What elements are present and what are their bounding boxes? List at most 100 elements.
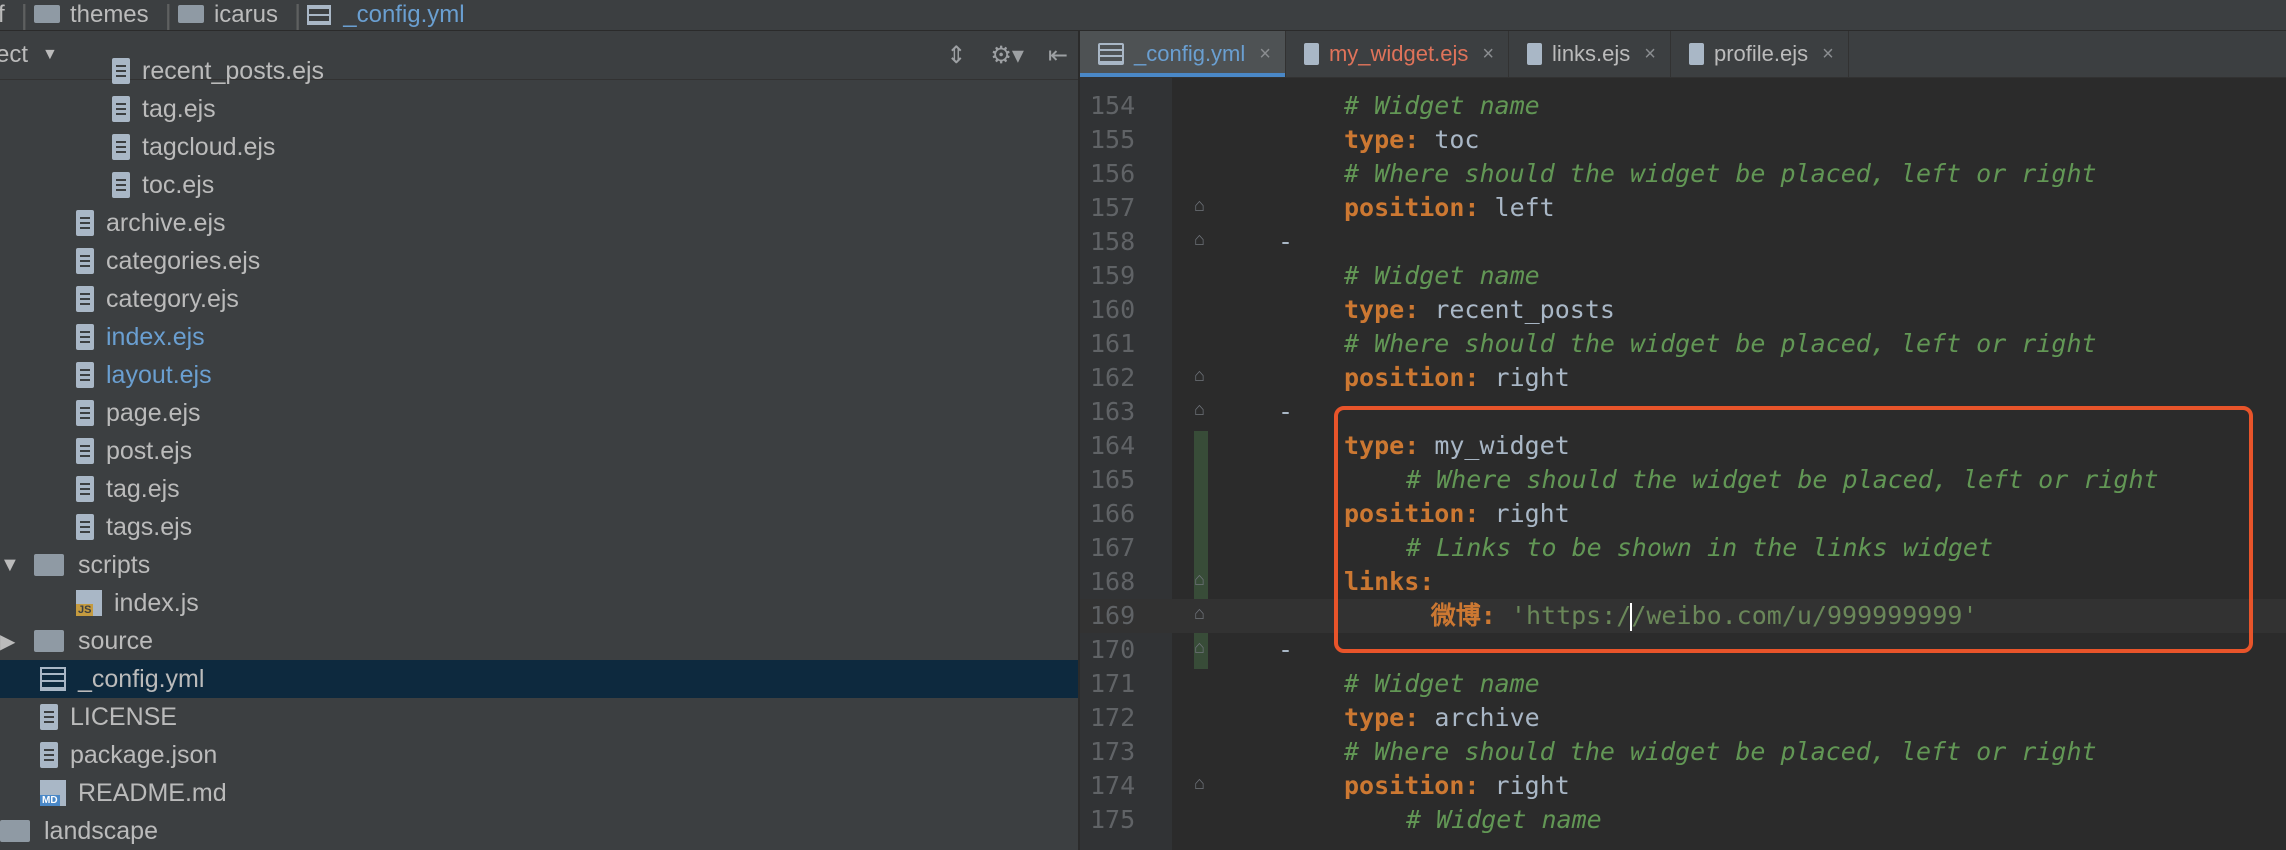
tree-item[interactable]: archive.ejs xyxy=(0,204,226,242)
close-icon[interactable]: × xyxy=(1644,43,1656,66)
breadcrumb-item[interactable]: | _config.yml xyxy=(286,0,473,30)
tree-item[interactable]: layout.ejs xyxy=(0,356,212,394)
code-line[interactable]: 154 # Widget name xyxy=(1080,89,2286,123)
breadcrumb: f | themes | icarus | _config.yml xyxy=(0,0,2286,31)
tree-item[interactable]: category.ejs xyxy=(0,280,239,318)
line-number: 154 xyxy=(1090,91,1136,120)
code-line[interactable]: 156 # Where should the widget be placed, … xyxy=(1080,157,2286,191)
folder-icon xyxy=(34,630,64,652)
tree-item[interactable]: index.ejs xyxy=(0,318,205,356)
code-line[interactable]: 161 # Where should the widget be placed, … xyxy=(1080,327,2286,361)
gear-icon[interactable]: ⚙▾ xyxy=(990,41,1024,70)
tree-item-content: tagcloud.ejs xyxy=(112,133,275,162)
tree-item[interactable]: post.ejs xyxy=(0,432,192,470)
code-token: right xyxy=(1479,771,1570,800)
close-icon[interactable]: × xyxy=(1482,43,1494,66)
fold-marker-icon[interactable]: ⌂ xyxy=(1194,195,1205,216)
collapse-arrow-icon[interactable]: ▶ xyxy=(0,629,22,654)
tree-item[interactable]: LICENSE xyxy=(0,698,177,736)
code-text: # Widget name xyxy=(1406,803,1602,837)
tree-item[interactable]: _config.yml xyxy=(0,660,1078,698)
code-line[interactable]: 162 position: right xyxy=(1080,361,2286,395)
tree-item-content: ▼ scripts xyxy=(0,551,150,580)
tree-item[interactable]: categories.ejs xyxy=(0,242,260,280)
breadcrumb-item[interactable]: | themes xyxy=(13,0,157,30)
tree-item[interactable]: JS index.js xyxy=(0,584,199,622)
code-line[interactable]: 160 type: recent_posts xyxy=(1080,293,2286,327)
code-line[interactable]: 155 type: toc xyxy=(1080,123,2286,157)
tree-item-label: source xyxy=(78,626,154,655)
fold-marker-icon[interactable]: ⌂ xyxy=(1194,399,1205,420)
tree-item[interactable]: MD README.md xyxy=(0,774,227,812)
json-file-icon xyxy=(40,742,58,768)
tree-item-content: LICENSE xyxy=(40,703,177,732)
fold-marker-icon[interactable]: ⌂ xyxy=(1194,637,1205,658)
close-icon[interactable]: × xyxy=(1259,43,1271,66)
tree-item[interactable]: ▶landscape xyxy=(0,812,158,850)
tab-label: profile.ejs xyxy=(1713,41,1809,66)
file-icon xyxy=(112,96,130,122)
tree-item[interactable]: tag.ejs xyxy=(0,90,216,128)
line-number: 168 xyxy=(1090,567,1136,596)
code-line[interactable]: 174 position: right xyxy=(1080,769,2286,803)
tab-my-widget-ejs[interactable]: my_widget.ejs × xyxy=(1286,31,1510,77)
expand-arrow-icon[interactable]: ▼ xyxy=(0,554,22,577)
tree-item[interactable]: ▼ scripts xyxy=(0,546,150,584)
file-icon xyxy=(76,400,94,426)
tab-profile-ejs[interactable]: profile.ejs × xyxy=(1671,31,1849,77)
tree-item-label: categories.ejs xyxy=(106,246,261,275)
tree-item[interactable]: package.json xyxy=(0,736,217,774)
tree-item[interactable]: ▶ source xyxy=(0,622,153,660)
code-token: # Where should the widget be placed, lef… xyxy=(1344,159,2097,188)
code-line[interactable]: 171 # Widget name xyxy=(1080,667,2286,701)
code-line[interactable]: 173 # Where should the widget be placed, … xyxy=(1080,735,2286,769)
collapse-all-icon[interactable]: ⇕ xyxy=(946,41,966,70)
code-token: position: xyxy=(1344,193,1480,222)
tree-item[interactable]: recent_posts.ejs xyxy=(0,52,324,90)
code-text: # Widget name xyxy=(1344,89,1540,123)
fold-marker-icon[interactable]: ⌂ xyxy=(1194,569,1205,590)
tree-item-content: MD README.md xyxy=(40,779,227,808)
tree-item-content: tag.ejs xyxy=(112,95,216,124)
tree-item[interactable]: tag.ejs xyxy=(0,470,180,508)
breadcrumb-item[interactable]: | icarus xyxy=(157,0,286,30)
tab--config-yml[interactable]: _config.yml × xyxy=(1080,31,1286,77)
fold-marker-icon[interactable]: ⌂ xyxy=(1194,365,1205,386)
tree-item-label: README.md xyxy=(78,778,227,807)
code-token: type: xyxy=(1344,295,1420,324)
line-number: 174 xyxy=(1090,771,1136,800)
code-token: # Where should the widget be placed, lef… xyxy=(1344,737,2097,766)
code-token: recent_posts xyxy=(1419,295,1615,324)
tree-item-label: tag.ejs xyxy=(106,474,180,503)
code-token: toc xyxy=(1419,125,1480,154)
tree-item-label: tag.ejs xyxy=(142,94,216,123)
file-icon xyxy=(76,476,94,502)
tree-item[interactable]: page.ejs xyxy=(0,394,201,432)
fold-marker-icon[interactable]: ⌂ xyxy=(1194,229,1205,250)
code-line[interactable]: 172 type: archive xyxy=(1080,701,2286,735)
folder-icon xyxy=(33,5,60,23)
code-line[interactable]: 175 # Widget name xyxy=(1080,803,2286,837)
close-icon[interactable]: × xyxy=(1822,43,1834,66)
hide-panel-icon[interactable]: ⇤ xyxy=(1048,41,1068,70)
file-icon xyxy=(76,362,94,388)
tab-links-ejs[interactable]: links.ejs × xyxy=(1509,31,1671,77)
code-text: # Widget name xyxy=(1344,667,1540,701)
line-number: 161 xyxy=(1090,329,1136,358)
tree-item[interactable]: toc.ejs xyxy=(0,166,214,204)
tree-item-label: LICENSE xyxy=(70,702,177,731)
yml-file-icon xyxy=(1098,43,1124,65)
fold-marker-icon[interactable]: ⌂ xyxy=(1194,603,1205,624)
code-line[interactable]: 157 position: left xyxy=(1080,191,2286,225)
tab-label: _config.yml xyxy=(1134,41,1246,66)
tree-item[interactable]: tagcloud.ejs xyxy=(0,128,275,166)
tree-item-content: recent_posts.ejs xyxy=(112,57,324,86)
code-line[interactable]: 158 - xyxy=(1080,225,2286,259)
tree-item[interactable]: tags.ejs xyxy=(0,508,192,546)
breadcrumb-label: _config.yml xyxy=(343,1,465,28)
code-line[interactable]: 159 # Widget name xyxy=(1080,259,2286,293)
tree-item-label: toc.ejs xyxy=(142,170,215,199)
line-number: 159 xyxy=(1090,261,1136,290)
tab-label: links.ejs xyxy=(1552,41,1631,66)
fold-marker-icon[interactable]: ⌂ xyxy=(1194,773,1205,794)
